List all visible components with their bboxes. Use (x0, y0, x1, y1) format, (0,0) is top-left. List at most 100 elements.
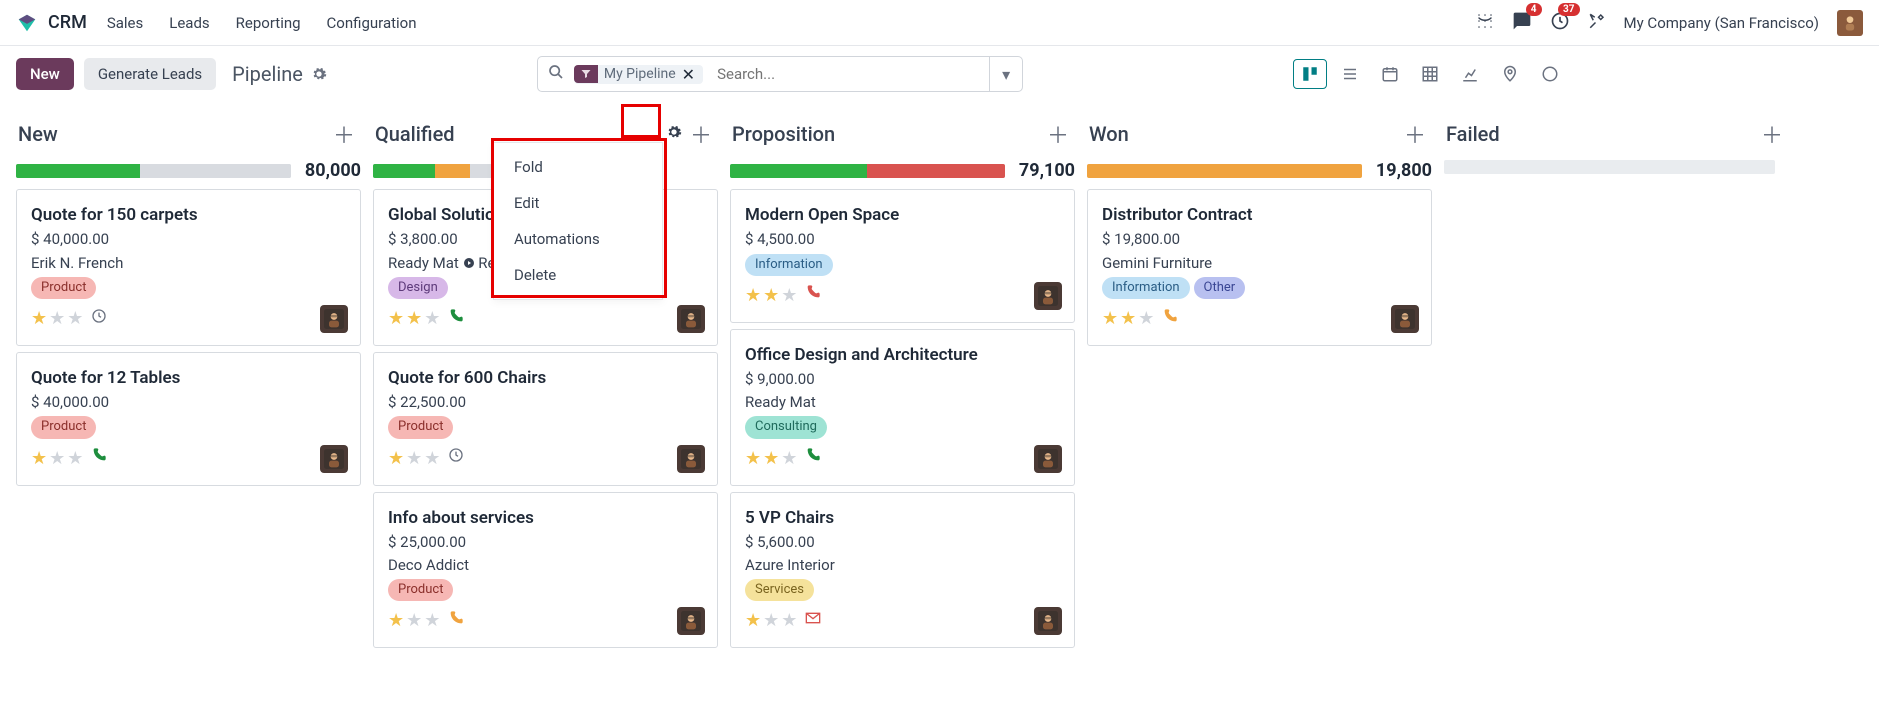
priority-stars[interactable]: ★★★ (388, 445, 440, 473)
column-progress-bar[interactable] (1444, 160, 1775, 174)
column-progress-bar[interactable] (16, 164, 291, 178)
priority-stars[interactable]: ★★★ (745, 445, 797, 473)
mail-icon[interactable] (805, 610, 821, 633)
tag[interactable]: Information (745, 254, 833, 276)
star-icon[interactable]: ★ (406, 607, 422, 635)
generate-leads-button[interactable]: Generate Leads (84, 58, 216, 90)
tag[interactable]: Product (31, 416, 96, 438)
column-add-icon[interactable]: ＋ (1757, 114, 1787, 154)
column-progress-bar[interactable] (373, 164, 511, 178)
activities-icon[interactable]: 37 (1550, 11, 1570, 35)
phone-icon[interactable] (805, 283, 821, 308)
star-icon[interactable]: ★ (31, 305, 47, 333)
column-add-icon[interactable]: ＋ (686, 114, 716, 154)
view-activity[interactable] (1533, 59, 1567, 89)
star-icon[interactable]: ★ (763, 282, 779, 310)
tag[interactable]: Other (1194, 277, 1246, 299)
star-icon[interactable]: ★ (424, 305, 440, 333)
view-graph[interactable] (1453, 59, 1487, 89)
column-title[interactable]: Failed (1446, 122, 1757, 146)
app-brand[interactable]: CRM (48, 12, 87, 33)
phone-icon[interactable] (805, 446, 821, 471)
star-icon[interactable]: ★ (388, 305, 404, 333)
nav-item-leads[interactable]: Leads (169, 14, 209, 32)
tools-icon[interactable] (1588, 12, 1606, 34)
star-icon[interactable]: ★ (781, 282, 797, 310)
priority-stars[interactable]: ★★★ (31, 305, 83, 333)
card-avatar[interactable] (1391, 305, 1419, 333)
star-icon[interactable]: ★ (388, 445, 404, 473)
card-avatar[interactable] (677, 445, 705, 473)
clock-icon[interactable] (448, 446, 464, 471)
priority-stars[interactable]: ★★★ (1102, 305, 1154, 333)
view-list[interactable] (1333, 59, 1367, 89)
dropdown-item[interactable]: Fold (494, 149, 662, 185)
phone-icon[interactable] (91, 446, 107, 471)
star-icon[interactable]: ★ (424, 445, 440, 473)
column-add-icon[interactable]: ＋ (329, 114, 359, 154)
star-icon[interactable]: ★ (781, 607, 797, 635)
kanban-card[interactable]: Info about services $ 25,000.00 Deco Add… (373, 492, 718, 649)
priority-stars[interactable]: ★★★ (745, 607, 797, 635)
star-icon[interactable]: ★ (1138, 305, 1154, 333)
kanban-card[interactable]: Quote for 12 Tables $ 40,000.00 Product … (16, 352, 361, 486)
search-input[interactable] (709, 65, 989, 83)
tag[interactable]: Product (31, 277, 96, 299)
company-switcher[interactable]: My Company (San Francisco) (1624, 14, 1819, 32)
tag[interactable]: Services (745, 579, 814, 601)
kanban-card[interactable]: Quote for 150 carpets $ 40,000.00 Erik N… (16, 189, 361, 346)
column-progress-bar[interactable] (1087, 164, 1362, 178)
star-icon[interactable]: ★ (763, 607, 779, 635)
column-title[interactable]: New (18, 122, 329, 146)
tag[interactable]: Design (388, 277, 448, 299)
dropdown-item[interactable]: Automations (494, 221, 662, 257)
star-icon[interactable]: ★ (31, 445, 47, 473)
card-avatar[interactable] (1034, 607, 1062, 635)
card-avatar[interactable] (320, 305, 348, 333)
star-icon[interactable]: ★ (1120, 305, 1136, 333)
phone-icon[interactable] (448, 609, 464, 634)
star-icon[interactable]: ★ (1102, 305, 1118, 333)
column-title[interactable]: Proposition (732, 122, 1043, 146)
view-pivot[interactable] (1413, 59, 1447, 89)
star-icon[interactable]: ★ (745, 607, 761, 635)
column-add-icon[interactable]: ＋ (1400, 114, 1430, 154)
gear-icon[interactable] (311, 66, 327, 82)
nav-item-reporting[interactable]: Reporting (236, 14, 301, 32)
nav-item-configuration[interactable]: Configuration (327, 14, 417, 32)
new-button[interactable]: New (16, 58, 74, 90)
star-icon[interactable]: ★ (763, 445, 779, 473)
messages-icon[interactable]: 4 (1512, 11, 1532, 35)
phone-icon[interactable] (448, 307, 464, 332)
star-icon[interactable]: ★ (745, 282, 761, 310)
search-icon[interactable] (538, 64, 574, 84)
kanban-card[interactable]: Modern Open Space $ 4,500.00 Information… (730, 189, 1075, 323)
kanban-card[interactable]: Quote for 600 Chairs $ 22,500.00 Product… (373, 352, 718, 486)
priority-stars[interactable]: ★★★ (31, 445, 83, 473)
priority-stars[interactable]: ★★★ (745, 282, 797, 310)
kanban-card[interactable]: Distributor Contract $ 19,800.00 Gemini … (1087, 189, 1432, 346)
view-calendar[interactable] (1373, 59, 1407, 89)
dialpad-icon[interactable] (1476, 12, 1494, 34)
view-kanban[interactable] (1293, 59, 1327, 89)
card-avatar[interactable] (1034, 282, 1062, 310)
clock-icon[interactable] (91, 307, 107, 332)
user-avatar[interactable] (1837, 10, 1863, 36)
column-title[interactable]: Won (1089, 122, 1400, 146)
card-avatar[interactable] (677, 305, 705, 333)
column-add-icon[interactable]: ＋ (1043, 114, 1073, 154)
tag[interactable]: Product (388, 416, 453, 438)
filter-chip-remove[interactable]: ✕ (682, 65, 695, 84)
star-icon[interactable]: ★ (406, 445, 422, 473)
star-icon[interactable]: ★ (781, 445, 797, 473)
star-icon[interactable]: ★ (67, 445, 83, 473)
kanban-card[interactable]: Office Design and Architecture $ 9,000.0… (730, 329, 1075, 486)
phone-icon[interactable] (1162, 307, 1178, 332)
star-icon[interactable]: ★ (424, 607, 440, 635)
tag[interactable]: Product (388, 579, 453, 601)
kanban-card[interactable]: 5 VP Chairs $ 5,600.00 Azure Interior Se… (730, 492, 1075, 649)
view-map[interactable] (1493, 59, 1527, 89)
star-icon[interactable]: ★ (745, 445, 761, 473)
nav-item-sales[interactable]: Sales (107, 14, 143, 32)
card-avatar[interactable] (320, 445, 348, 473)
